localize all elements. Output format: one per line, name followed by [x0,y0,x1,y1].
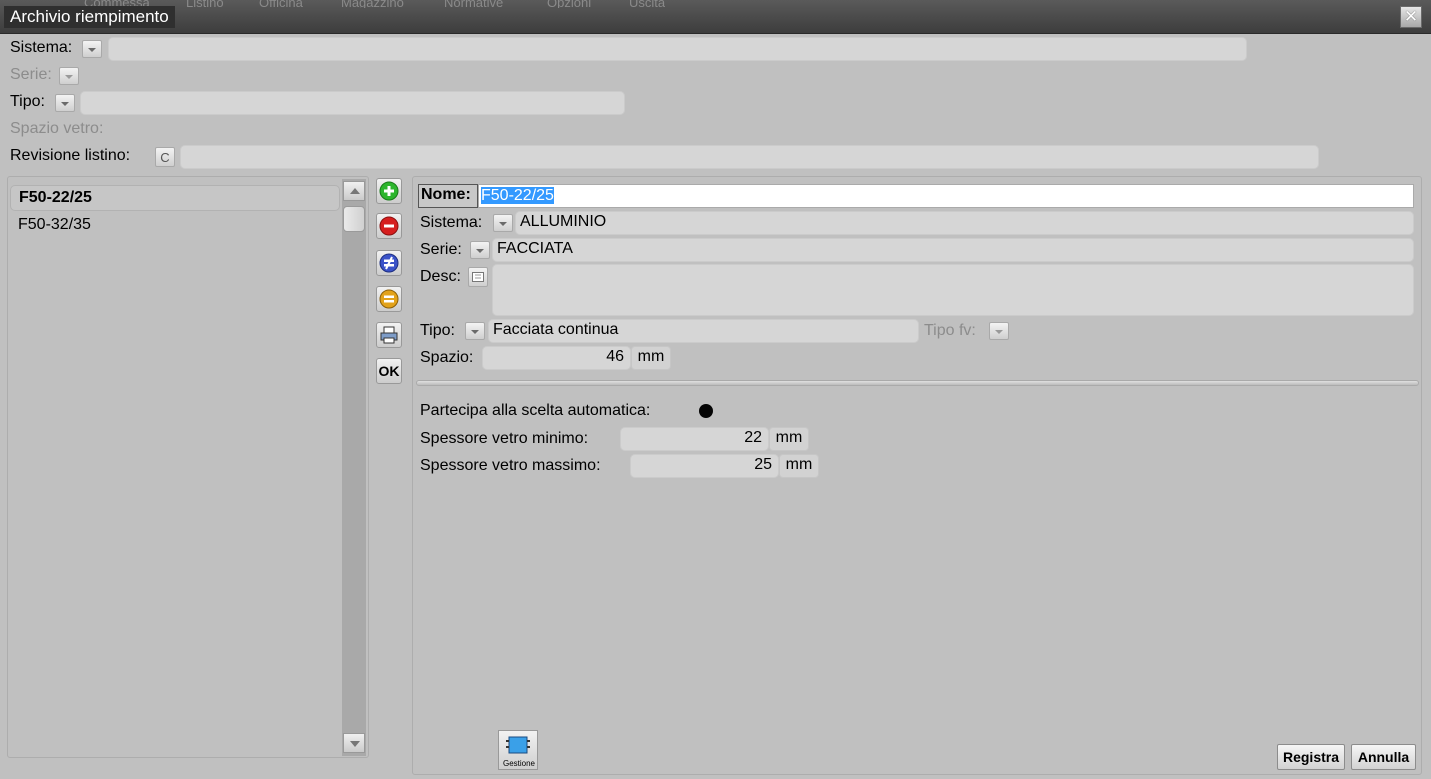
window-title: Archivio riempimento [4,6,175,28]
partecipa-label: Partecipa alla scelta automatica: [420,402,651,419]
filter-revisione-label: Revisione listino: [10,147,131,164]
not-equal-icon [379,253,399,273]
filter-serie-dropdown[interactable] [59,67,79,85]
gestione-icon [506,736,530,754]
scroll-up-icon[interactable] [343,181,365,201]
detail-tipo-fv-dropdown[interactable] [989,322,1009,340]
filter-serie-label: Serie: [10,66,52,83]
partecipa-radio[interactable] [699,404,713,418]
section-divider [416,380,1419,386]
gestione-label: Gestione [502,759,536,768]
menu-ghost-opzioni: Opzioni [547,0,592,8]
detail-serie-field[interactable]: FACCIATA [492,238,1414,262]
list-item[interactable]: F50-22/25 [10,185,340,211]
remove-icon [379,216,399,236]
detail-sistema-dropdown[interactable] [493,214,513,232]
nome-value: F50-22/25 [481,187,554,204]
detail-desc-label: Desc: [420,268,461,285]
detail-tipo-dropdown[interactable] [465,322,485,340]
filter-revisione-field[interactable] [180,145,1319,169]
gestione-button[interactable]: Gestione [498,730,538,770]
title-bar: Commessa Listino Officina Magazzino Norm… [0,0,1431,34]
filter-tipo-field[interactable] [80,91,625,115]
sp-max-field[interactable]: 25 [630,454,779,478]
filter-spazio-vetro-label: Spazio vetro: [10,120,104,137]
note-icon [472,272,484,282]
detail-tipo-field[interactable]: Facciata continua [488,319,919,343]
menu-ghost-listino: Listino [186,0,224,8]
detail-serie-label: Serie: [420,241,462,258]
detail-tipo-label: Tipo: [420,322,455,339]
print-icon [380,326,398,344]
detail-spazio-label: Spazio: [420,349,474,366]
list-item[interactable]: F50-32/35 [10,213,356,237]
menu-ghost-normative: Normative [444,0,504,8]
copy-button[interactable] [376,286,402,312]
filter-tipo-label: Tipo: [10,93,45,110]
filter-sistema-label: Sistema: [10,39,73,56]
remove-button[interactable] [376,213,402,239]
nome-label: Nome: [418,184,478,208]
sp-min-label: Spessore vetro minimo: [420,430,589,447]
menu-ghost-officina: Officina [259,0,303,8]
registra-button[interactable]: Registra [1277,744,1345,770]
revisione-c-button[interactable]: C [155,147,175,167]
list-scrollbar[interactable] [342,179,366,756]
detail-sistema-field[interactable]: ALLUMINIO [515,211,1414,235]
menu-ghost-uscita: Uscita [629,0,666,8]
sp-min-unit: mm [769,427,809,451]
detail-sistema-label: Sistema: [420,214,483,231]
sp-max-label: Spessore vetro massimo: [420,457,601,474]
detail-desc-field[interactable] [492,264,1414,316]
scroll-down-icon[interactable] [343,733,365,753]
detail-spazio-unit: mm [631,346,671,370]
scroll-thumb[interactable] [343,206,365,232]
annulla-button[interactable]: Annulla [1351,744,1416,770]
sp-min-field[interactable]: 22 [620,427,769,451]
nome-input[interactable]: F50-22/25 [478,184,1414,208]
filter-sistema-dropdown[interactable] [82,40,102,58]
desc-note-button[interactable] [468,267,488,287]
ok-button[interactable]: OK [376,358,402,384]
print-button[interactable] [376,322,402,348]
list-panel: F50-22/25 F50-32/35 [7,176,369,758]
detail-spazio-field[interactable]: 46 [482,346,631,370]
equal-icon [379,289,399,309]
add-button[interactable] [376,178,402,204]
detail-serie-dropdown[interactable] [470,241,490,259]
close-icon[interactable]: ✕ [1400,6,1422,28]
detail-tipo-fv-label: Tipo fv: [924,322,976,339]
menu-ghost-magazzino: Magazzino [341,0,404,8]
filter-tipo-dropdown[interactable] [55,94,75,112]
sp-max-unit: mm [779,454,819,478]
filter-sistema-field[interactable] [108,37,1247,61]
add-icon [379,181,399,201]
duplicate-button[interactable] [376,250,402,276]
